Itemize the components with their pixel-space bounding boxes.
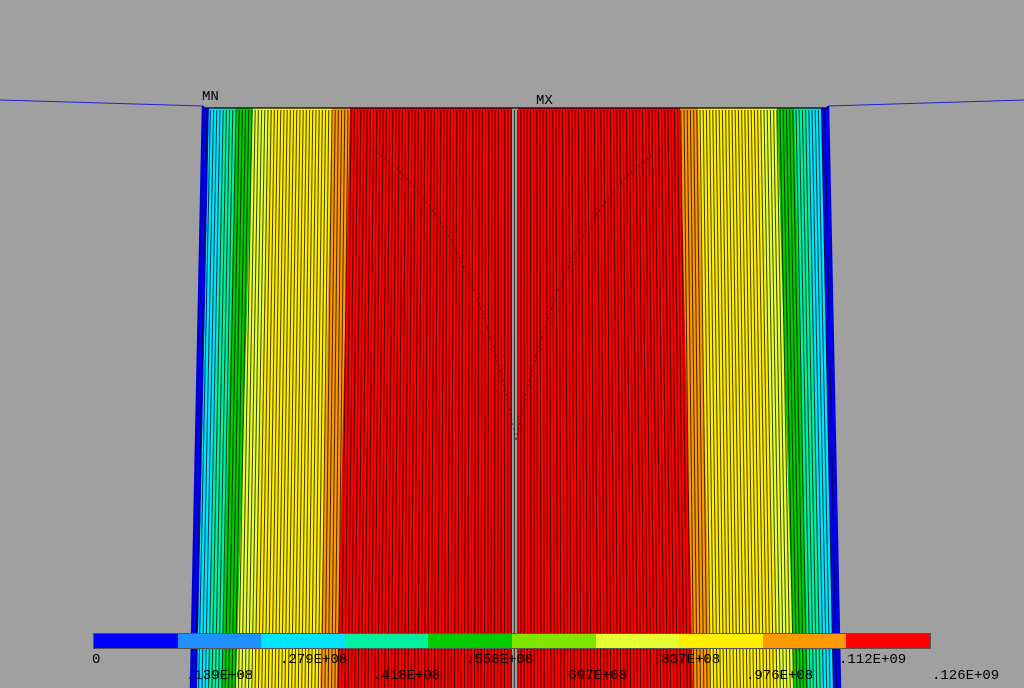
legend-swatch-8 [762,634,847,648]
legend-swatch-1 [177,634,262,648]
legend-color-bar [93,633,931,649]
legend-swatch-5 [511,634,596,648]
legend-label-6: .837E+08 [653,652,721,668]
legend-label-8: .112E+09 [839,652,907,668]
legend-swatch-2 [261,634,345,648]
legend-label-2: .279E+08 [280,652,348,668]
mesh-line [533,109,535,688]
legend-swatch-4 [428,634,512,648]
legend-label-9: .126E+09 [932,668,1000,684]
mesh-line [500,109,503,688]
legend-label-0: 0 [92,652,101,668]
legend-label-3: .418E+08 [373,668,441,684]
legend-swatch-9 [846,634,930,648]
legend-swatch-3 [344,634,429,648]
legend-label-5: .697E+08 [560,668,628,684]
legend-label-4: .558E+08 [466,652,534,668]
legend-swatch-7 [679,634,763,648]
legend-label-1: .139E+08 [186,668,254,684]
mesh-line [529,109,532,688]
contour-plot [0,0,1024,688]
min-marker-label: MN [202,89,219,105]
legend-swatch-6 [595,634,680,648]
mesh-line [497,109,499,688]
max-marker-label: MX [536,93,553,109]
legend-swatch-0 [94,634,178,648]
legend-label-7: .976E+08 [746,668,814,684]
